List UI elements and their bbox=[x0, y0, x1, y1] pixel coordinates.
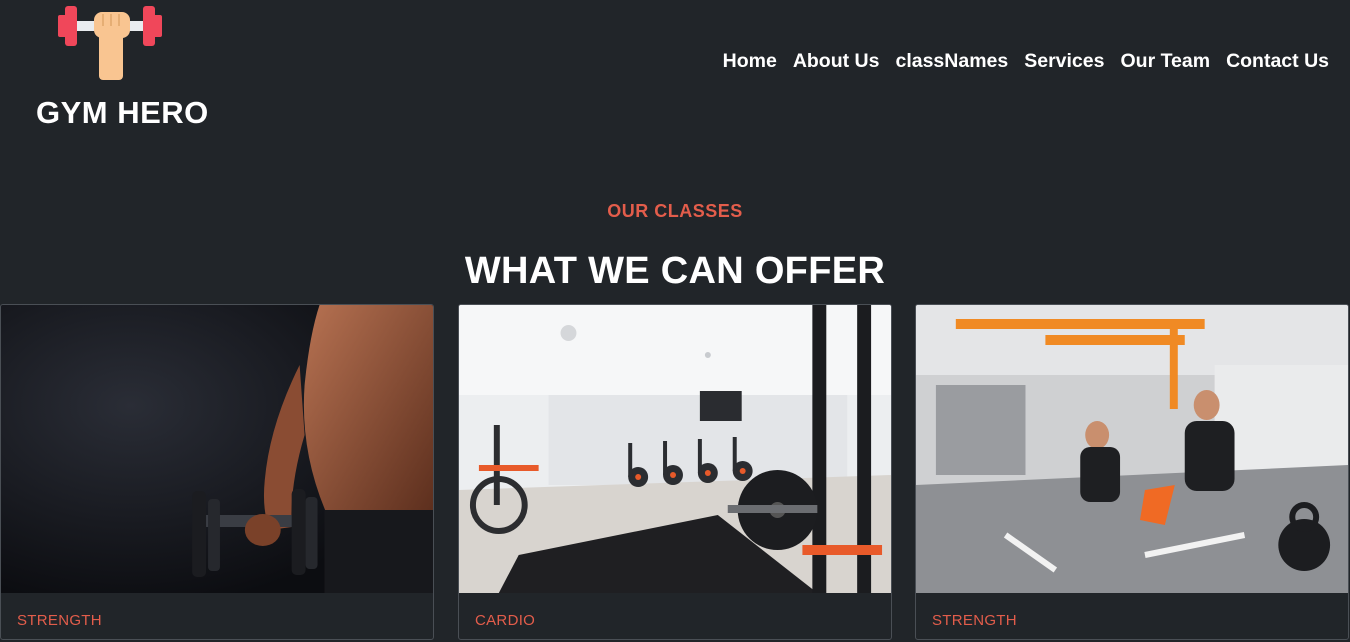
class-card-strength[interactable]: STRENGTH bbox=[0, 304, 434, 640]
brand-name: GYM HERO bbox=[36, 95, 209, 130]
cardio-photo bbox=[459, 305, 891, 593]
site-header: GYM HERO Home About Us classNames Servic… bbox=[0, 0, 1350, 140]
nav-classnames[interactable]: classNames bbox=[895, 50, 1008, 73]
main-nav: Home About Us classNames Services Our Te… bbox=[723, 50, 1329, 73]
training-photo bbox=[916, 305, 1348, 593]
section-title: WHAT WE CAN OFFER bbox=[464, 250, 886, 292]
nav-services[interactable]: Services bbox=[1024, 50, 1104, 73]
class-card-strength-2[interactable]: STRENGTH bbox=[915, 304, 1349, 640]
card-label: CARDIO bbox=[475, 612, 536, 629]
card-label: STRENGTH bbox=[17, 612, 102, 629]
nav-contact-us[interactable]: Contact Us bbox=[1226, 50, 1329, 73]
brand-logo[interactable]: GYM HERO bbox=[36, 0, 209, 135]
section-eyebrow: OUR CLASSES bbox=[607, 201, 743, 221]
nav-about-us[interactable]: About Us bbox=[793, 50, 880, 73]
strength-photo bbox=[1, 305, 433, 593]
dumbbell-fist-icon bbox=[58, 6, 162, 80]
card-label: STRENGTH bbox=[932, 612, 1017, 629]
nav-our-team[interactable]: Our Team bbox=[1120, 50, 1210, 73]
class-card-cardio[interactable]: CARDIO bbox=[458, 304, 892, 640]
nav-home[interactable]: Home bbox=[723, 50, 777, 73]
